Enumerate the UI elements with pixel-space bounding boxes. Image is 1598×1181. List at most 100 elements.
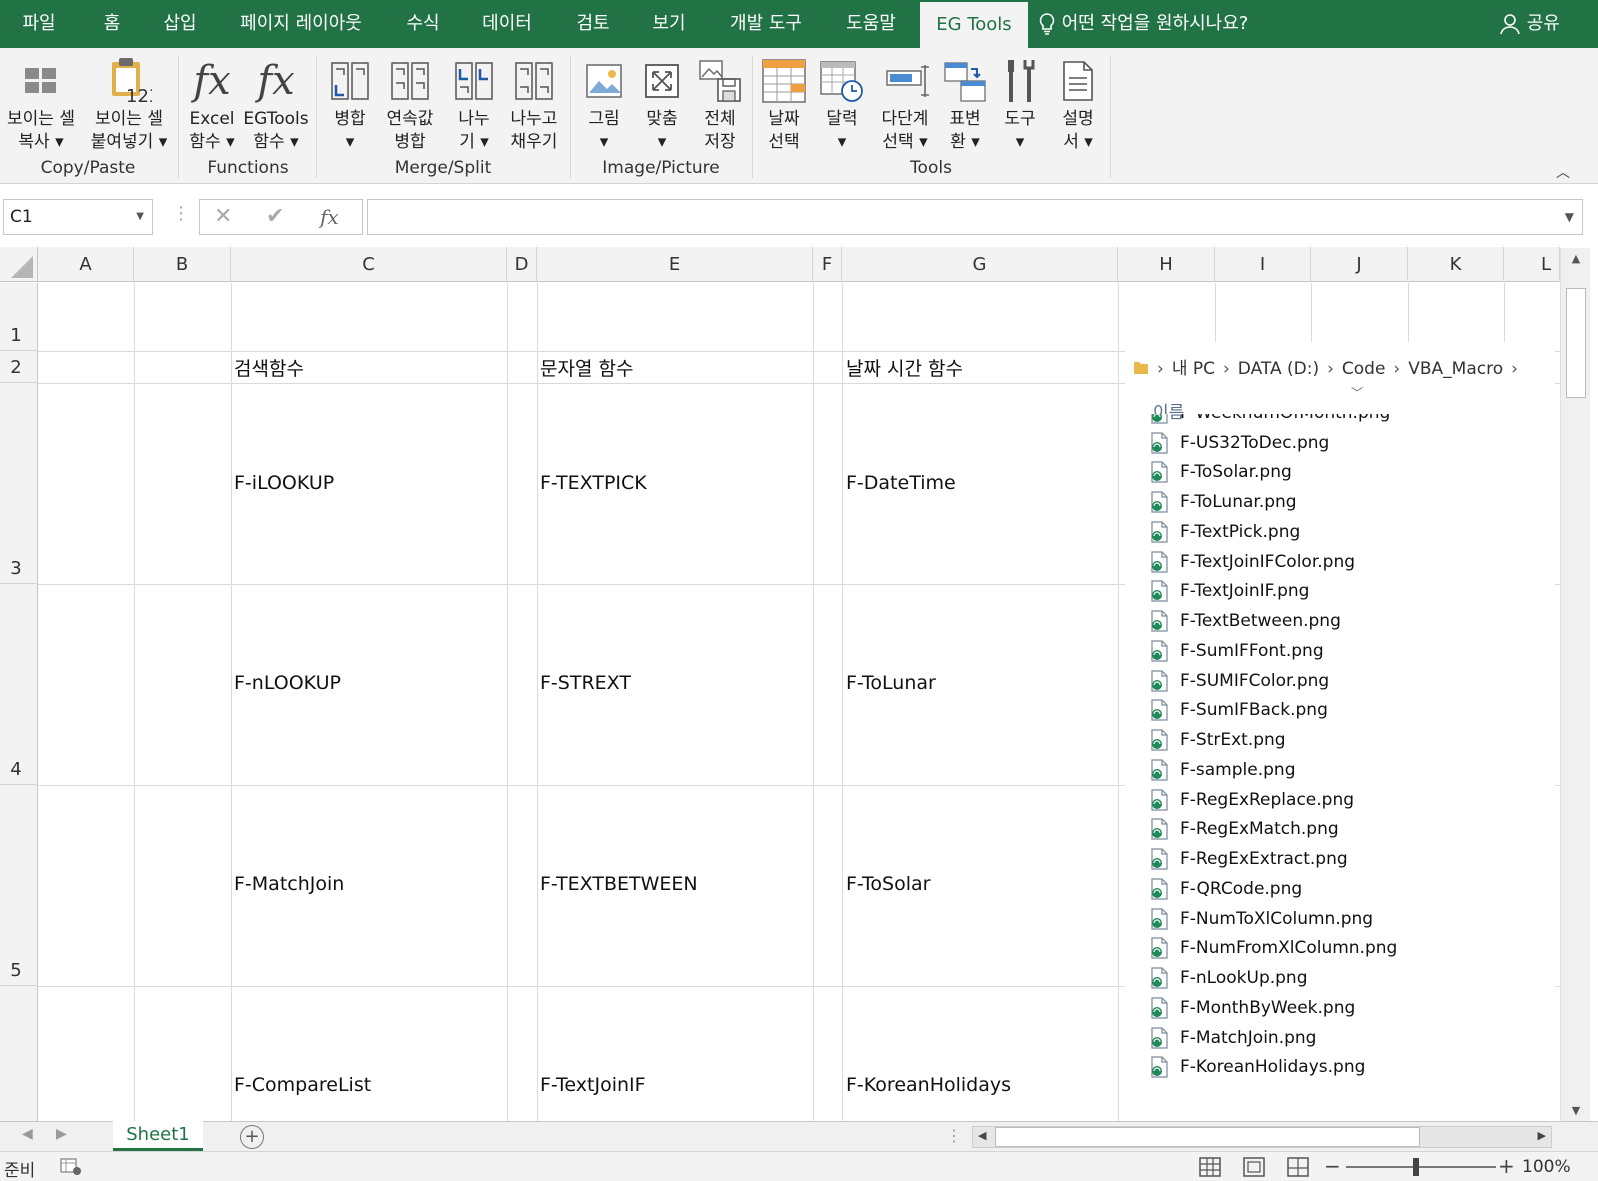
file-list-item[interactable]: F-KoreanHolidays.png (1149, 1053, 1549, 1083)
paste-visible-button[interactable]: 123 보이는 셀 붙여넣기 ▾ (84, 54, 174, 160)
copy-visible-button[interactable]: 보이는 셀 복사 ▾ (0, 54, 82, 160)
file-list-item[interactable]: F-sample.png (1149, 755, 1549, 785)
scroll-up-icon[interactable]: ▲ (1561, 252, 1591, 265)
calendar-button[interactable]: 달력 ▾ (814, 54, 870, 160)
tab-formulas[interactable]: 수식 (396, 0, 450, 48)
tab-home[interactable]: 홈 (90, 0, 134, 48)
column-header-k[interactable]: K (1408, 247, 1504, 282)
merge-button[interactable]: 병합 ▾ (322, 54, 378, 160)
zoom-slider[interactable] (1346, 1166, 1496, 1168)
column-header-d[interactable]: D (507, 247, 537, 282)
cell-g6[interactable]: F-KoreanHolidays (846, 1074, 1011, 1096)
file-list-item[interactable]: F-QRCode.png (1149, 874, 1549, 904)
cell-e6[interactable]: F-TextJoinIF (540, 1074, 646, 1096)
tab-view[interactable]: 보기 (642, 0, 696, 48)
cell-c6[interactable]: F-CompareList (234, 1074, 371, 1096)
column-header-c[interactable]: C (231, 247, 507, 282)
resize-grip-icon[interactable]: ⋮ (946, 1126, 962, 1145)
egtools-functions-button[interactable]: fx EGTools 함수 ▾ (240, 54, 312, 160)
macro-record-icon[interactable] (60, 1158, 82, 1176)
cell-e4[interactable]: F-STREXT (540, 672, 631, 694)
column-header-b[interactable]: B (134, 247, 231, 282)
split-fill-button[interactable]: 나누고 채우기 (502, 54, 566, 160)
column-header-h[interactable]: H (1118, 247, 1215, 282)
scroll-down-icon[interactable]: ▼ (1561, 1104, 1591, 1117)
column-header-j[interactable]: J (1311, 247, 1408, 282)
cell-g3[interactable]: F-DateTime (846, 472, 956, 494)
breadcrumb-item[interactable]: Code (1342, 359, 1386, 379)
breadcrumb-item[interactable]: DATA (D:) (1238, 359, 1319, 379)
file-list-item[interactable]: F-TextJoinIF.png (1149, 577, 1549, 607)
cell-c2[interactable]: 검색함수 (234, 354, 304, 381)
scrollbar-thumb[interactable] (1566, 288, 1586, 398)
vertical-scrollbar[interactable]: ▲ ▼ (1560, 248, 1590, 1121)
resize-grip-icon[interactable]: ⋮ (172, 203, 190, 224)
scroll-left-icon[interactable]: ◀ (978, 1129, 986, 1142)
sheet-tab-sheet1[interactable]: Sheet1 (113, 1121, 203, 1151)
sheet-nav-next-icon[interactable]: ▶ (56, 1126, 67, 1142)
file-list-item[interactable]: F-nLookUp.png (1149, 963, 1549, 993)
cell-c4[interactable]: F-nLOOKUP (234, 672, 341, 694)
row-header-6[interactable] (0, 986, 38, 1121)
breadcrumb-item[interactable]: 내 PC (1172, 359, 1215, 379)
tab-data[interactable]: 데이터 (472, 0, 542, 48)
cancel-icon[interactable]: ✕ (214, 200, 232, 234)
breadcrumb-item[interactable]: VBA_Macro (1408, 359, 1503, 379)
file-list-item[interactable]: F-SUMIFColor.png (1149, 666, 1549, 696)
row-header-2[interactable]: 2 (0, 351, 38, 383)
file-list-item[interactable]: F-WeeknumOfMonth.png (1149, 414, 1549, 428)
file-list-item[interactable]: F-RegExMatch.png (1149, 815, 1549, 845)
file-list-item[interactable]: F-NumFromXlColumn.png (1149, 934, 1549, 964)
zoom-level[interactable]: 100% (1522, 1157, 1571, 1177)
column-header-e[interactable]: E (537, 247, 813, 282)
name-box[interactable]: C1 ▼ (3, 199, 153, 235)
zoom-slider-thumb[interactable] (1413, 1158, 1419, 1176)
tab-insert[interactable]: 삽입 (152, 0, 208, 48)
tab-review[interactable]: 검토 (566, 0, 620, 48)
tab-file[interactable]: 파일 (14, 0, 64, 48)
chevron-down-icon[interactable]: ▼ (136, 200, 144, 234)
cell-g2[interactable]: 날짜 시간 함수 (846, 354, 963, 381)
file-list-item[interactable]: F-TextBetween.png (1149, 606, 1549, 636)
row-header-1[interactable]: 1 (0, 283, 38, 351)
cell-c5[interactable]: F-MatchJoin (234, 873, 344, 895)
scrollbar-thumb[interactable] (995, 1127, 1420, 1147)
page-layout-view-icon[interactable] (1240, 1156, 1268, 1178)
split-button[interactable]: 나누 기 ▾ (446, 54, 502, 160)
check-icon[interactable]: ✔ (266, 200, 284, 234)
tell-me-box[interactable]: 어떤 작업을 원하시나요? (1038, 0, 1248, 48)
merge-continuous-button[interactable]: 연속값 병합 (378, 54, 442, 160)
select-all-corner[interactable] (0, 247, 38, 282)
column-header-g[interactable]: G (842, 247, 1118, 282)
formula-input[interactable]: ▼ (367, 199, 1583, 235)
file-list-item[interactable]: F-ToLunar.png (1149, 487, 1549, 517)
column-header-l[interactable]: L (1504, 247, 1560, 282)
cell-e2[interactable]: 문자열 함수 (540, 354, 633, 381)
page-break-view-icon[interactable] (1284, 1156, 1312, 1178)
zoom-out-icon[interactable]: − (1324, 1154, 1341, 1178)
chevron-down-icon[interactable]: ▼ (1565, 210, 1574, 224)
tab-eg-tools[interactable]: EG Tools (920, 2, 1028, 48)
add-sheet-icon[interactable]: + (240, 1125, 264, 1149)
file-list-item[interactable]: F-MonthByWeek.png (1149, 993, 1549, 1023)
zoom-in-icon[interactable]: + (1498, 1154, 1515, 1178)
file-list-item[interactable]: F-RegExExtract.png (1149, 844, 1549, 874)
row-header-3[interactable]: 3 (0, 383, 38, 584)
file-list-item[interactable]: F-SumIFFont.png (1149, 636, 1549, 666)
cell-e5[interactable]: F-TEXTBETWEEN (540, 873, 698, 895)
file-list-item[interactable]: F-StrExt.png (1149, 725, 1549, 755)
file-list-item[interactable]: F-ToSolar.png (1149, 458, 1549, 488)
tab-developer[interactable]: 개발 도구 (718, 0, 814, 48)
horizontal-scrollbar[interactable]: ◀ ▶ (972, 1126, 1552, 1148)
column-header-a[interactable]: A (38, 247, 134, 282)
fit-button[interactable]: 맞춤 ▾ (634, 54, 690, 160)
picture-button[interactable]: 그림 ▾ (576, 54, 632, 160)
sheet-nav-prev-icon[interactable]: ◀ (22, 1126, 33, 1142)
cell-g4[interactable]: F-ToLunar (846, 672, 936, 694)
file-list-item[interactable]: F-SumIFBack.png (1149, 696, 1549, 726)
column-header-i[interactable]: I (1215, 247, 1311, 282)
file-list-item[interactable]: F-US32ToDec.png (1149, 428, 1549, 458)
collapse-ribbon-icon[interactable]: ︿ (1556, 162, 1570, 182)
manual-button[interactable]: 설명 서 ▾ (1050, 54, 1106, 160)
save-all-button[interactable]: 전체 저장 (692, 54, 748, 160)
